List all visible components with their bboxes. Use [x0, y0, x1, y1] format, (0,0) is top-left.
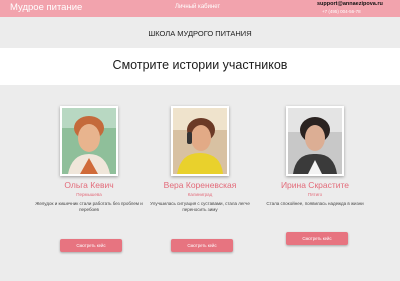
view-case-button[interactable]: Смотреть кейс	[60, 239, 122, 252]
participant-name: Ольга Кевич	[64, 180, 114, 190]
story-card: Ольга Кевич Пермышева Желудок и кишечник…	[35, 106, 143, 256]
participant-photo	[171, 106, 229, 176]
participant-photo	[286, 106, 344, 176]
top-bar: Мудрое питание Личный кабинет support@an…	[0, 0, 400, 17]
section-title: Смотрите истории участников	[112, 58, 288, 72]
participant-city: Калиниград	[187, 192, 213, 197]
story-card: Вера Кореневская Калиниград Улучшилась с…	[150, 106, 250, 256]
participant-city: Пермышева	[76, 192, 102, 197]
brand-logo[interactable]: Мудрое питание	[10, 2, 82, 13]
view-case-button[interactable]: Смотреть кейс	[286, 232, 348, 245]
personal-cabinet-link[interactable]: Личный кабинет	[175, 4, 220, 10]
participant-quote: Стала спокойнее, появилась надежда в жиз…	[266, 201, 364, 206]
participant-quote: Улучшилась ситуация с суставами, стала л…	[150, 201, 250, 212]
school-title: ШКОЛА МУДРОГО ПИТАНИЯ	[148, 29, 252, 38]
participant-photo	[60, 106, 118, 176]
participant-city: Пятиго	[307, 192, 323, 197]
support-email[interactable]: support@annaezipova.ru	[317, 1, 383, 7]
view-case-button[interactable]: Смотреть кейс	[171, 239, 233, 252]
participant-name: Вера Кореневская	[163, 180, 237, 190]
participant-name: Ирина Скрастите	[280, 180, 350, 190]
participant-quote: Желудок и кишечник стали работать без пр…	[35, 201, 143, 212]
story-card: Ирина Скрастите Пятиго Стала спокойнее, …	[265, 106, 365, 256]
phone-number[interactable]: +7 (495) 004-56-78	[322, 9, 361, 14]
